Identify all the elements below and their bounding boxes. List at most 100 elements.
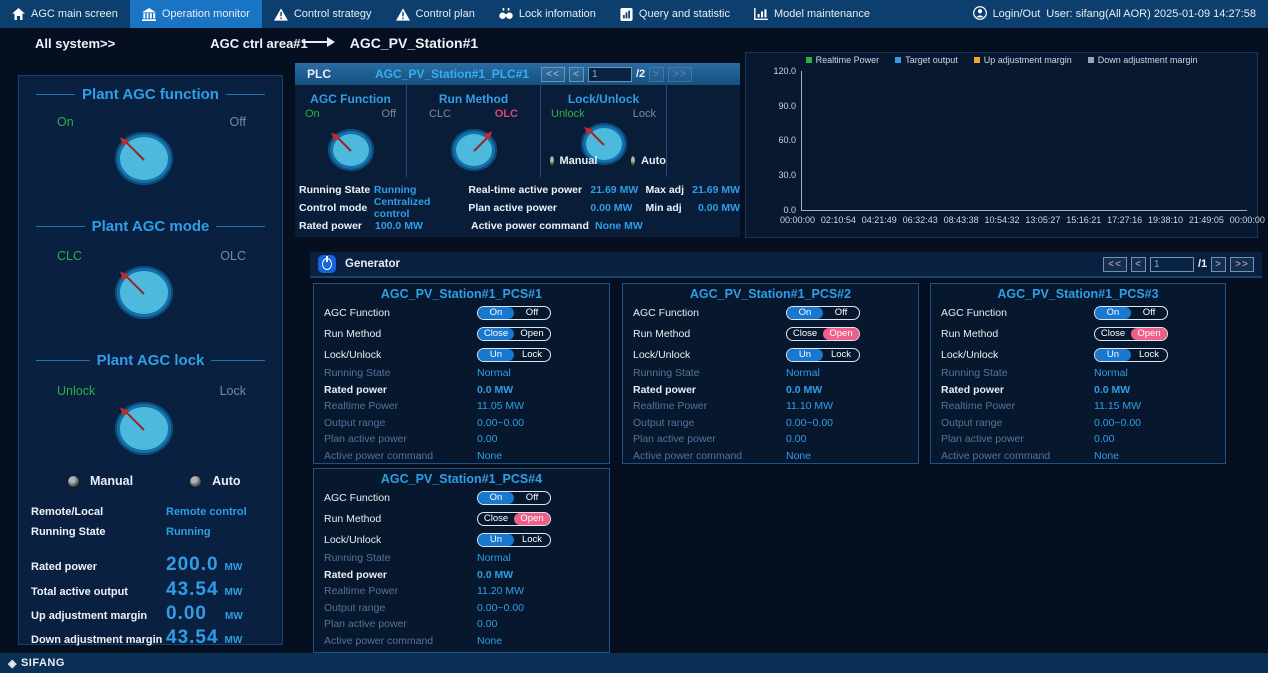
plc-agc-function-knob[interactable] xyxy=(328,129,374,171)
gen-first-page-button[interactable]: << xyxy=(1103,257,1127,272)
plc-page-total: /2 xyxy=(636,68,645,80)
pcs-card-1: AGC_PV_Station#1_PCS#1 AGC Function OnOf… xyxy=(313,283,610,464)
rated-power-value: 0.0 MW xyxy=(1094,384,1130,396)
nav-lock-infomation[interactable]: Lock infomation xyxy=(487,0,608,28)
gen-page-input[interactable] xyxy=(1150,257,1194,272)
output-range-value: 0.00~0.00 xyxy=(786,417,833,429)
pcs-card-title: AGC_PV_Station#1_PCS#3 xyxy=(931,287,1225,302)
plc-last-page-button[interactable]: >> xyxy=(668,67,692,82)
plant-manual-label: Manual xyxy=(90,474,133,488)
generator-icon xyxy=(318,255,336,273)
plant-function-off-label: Off xyxy=(230,115,246,129)
login-out-link[interactable]: Login/Out xyxy=(993,8,1041,20)
gen-prev-page-button[interactable]: < xyxy=(1131,257,1146,272)
plc-agc-on-label: On xyxy=(305,108,320,120)
legend-swatch-up-margin xyxy=(974,57,980,63)
remote-local-value: Remote control xyxy=(166,506,247,518)
plc-prev-page-button[interactable]: < xyxy=(569,67,584,82)
binoculars-icon xyxy=(499,8,513,20)
plant-auto-radio[interactable] xyxy=(189,475,202,488)
plant-panel: Plant AGC function On Off Plant AGC mode… xyxy=(18,75,283,645)
plan-active-power-value: 0.00 xyxy=(477,618,497,630)
plc-name: AGC_PV_Station#1_PLC#1 xyxy=(375,67,529,81)
nav-model-maintenance[interactable]: Model maintenance xyxy=(742,0,882,28)
nav-control-plan[interactable]: Control plan xyxy=(384,0,487,28)
home-icon xyxy=(12,8,25,20)
lock-unlock-toggle[interactable]: UnLock xyxy=(477,533,551,547)
plc-page-input[interactable] xyxy=(588,67,632,82)
plc-lock-label: Lock xyxy=(633,108,656,120)
plant-function-on-label: On xyxy=(57,115,74,129)
agc-function-toggle[interactable]: OnOff xyxy=(786,306,860,320)
plc-run-clc-label: CLC xyxy=(429,108,451,120)
plc-next-page-button[interactable]: > xyxy=(649,67,664,82)
plant-mode-olc-label: OLC xyxy=(220,249,246,263)
nav-operation-monitor[interactable]: Operation monitor xyxy=(130,0,262,28)
plc-manual-radio[interactable] xyxy=(549,155,555,167)
plant-mode-clc-label: CLC xyxy=(57,249,82,263)
nav-control-strategy[interactable]: Control strategy xyxy=(262,0,384,28)
run-method-toggle[interactable]: CloseOpen xyxy=(1094,327,1168,341)
active-power-command-value: None xyxy=(786,450,811,462)
lock-unlock-toggle[interactable]: UnLock xyxy=(477,348,551,362)
gen-next-page-button[interactable]: > xyxy=(1211,257,1226,272)
plc-panel: PLC AGC_PV_Station#1_PLC#1 << < /2 > >> … xyxy=(295,63,740,237)
lock-unlock-toggle[interactable]: UnLock xyxy=(786,348,860,362)
plan-active-power-value: 0.00 xyxy=(786,433,806,445)
agc-function-toggle[interactable]: OnOff xyxy=(1094,306,1168,320)
bank-icon xyxy=(142,8,156,21)
plant-manual-radio[interactable] xyxy=(67,475,80,488)
realtime-power-value: 11.15 MW xyxy=(1094,400,1141,412)
plant-agc-lock-knob[interactable] xyxy=(115,402,173,455)
y-tick: 30.0 xyxy=(750,170,796,180)
user-icon xyxy=(973,6,987,23)
rated-power-value: 0.0 MW xyxy=(786,384,822,396)
plant-lock-unlock-label: Unlock xyxy=(57,384,95,398)
remote-local-row: Remote/Local Remote control xyxy=(31,506,274,518)
plc-manual-label: Manual xyxy=(560,155,598,167)
plc-auto-radio[interactable] xyxy=(630,155,636,167)
plc-agc-function-group: AGC Function On Off xyxy=(295,85,407,177)
agc-function-toggle[interactable]: OnOff xyxy=(477,491,551,505)
plc-unlock-label: Unlock xyxy=(551,108,585,120)
plant-agc-mode-header: Plant AGC mode xyxy=(29,218,272,235)
nav-query-and-statistic[interactable]: Query and statistic xyxy=(608,0,742,28)
gen-last-page-button[interactable]: >> xyxy=(1230,257,1254,272)
plc-run-method-group: Run Method CLC OLC xyxy=(407,85,541,177)
run-method-toggle[interactable]: CloseOpen xyxy=(786,327,860,341)
chart-plot-area xyxy=(801,71,1247,211)
breadcrumb-all-system[interactable]: All system>> xyxy=(35,36,115,51)
plant-agc-function-knob[interactable] xyxy=(115,132,173,185)
plc-data-row: Rated power100.0 MW Active power command… xyxy=(299,217,740,235)
pcs-card-4: AGC_PV_Station#1_PCS#4 AGC Function OnOf… xyxy=(313,468,610,653)
y-tick: 90.0 xyxy=(750,101,796,111)
x-axis-ticks: 00:00:0002:10:54 04:21:4906:32:43 08:43:… xyxy=(780,215,1265,225)
plc-run-method-knob[interactable] xyxy=(451,129,497,171)
legend-swatch-target-output xyxy=(895,57,901,63)
sifang-logo: ◈ SIFANG xyxy=(8,657,65,670)
plant-agc-function-header: Plant AGC function xyxy=(29,86,272,103)
gen-page-total: /1 xyxy=(1198,258,1207,270)
running-state-value: Normal xyxy=(786,367,820,379)
legend-swatch-down-margin xyxy=(1088,57,1094,63)
plant-agc-mode-knob[interactable] xyxy=(115,266,173,319)
plant-auto-label: Auto xyxy=(212,474,240,488)
legend-swatch-realtime-power xyxy=(806,57,812,63)
plan-active-power-value: 0.00 xyxy=(477,433,497,445)
footer-bar: ◈ SIFANG xyxy=(0,653,1268,673)
plc-first-page-button[interactable]: << xyxy=(541,67,565,82)
nav-agc-main-screen[interactable]: AGC main screen xyxy=(0,0,130,28)
pcs-card-title: AGC_PV_Station#1_PCS#1 xyxy=(314,287,609,302)
lock-unlock-toggle[interactable]: UnLock xyxy=(1094,348,1168,362)
running-state-value: Normal xyxy=(1094,367,1128,379)
plc-label: PLC xyxy=(307,67,331,81)
run-method-toggle[interactable]: CloseOpen xyxy=(477,327,551,341)
plc-run-olc-label: OLC xyxy=(495,108,518,120)
generator-title: Generator xyxy=(345,258,400,270)
breadcrumb-area[interactable]: AGC ctrl area#1 xyxy=(210,36,308,51)
run-method-toggle[interactable]: CloseOpen xyxy=(477,512,551,526)
user-info: User: sifang(All AOR) 2025-01-09 14:27:5… xyxy=(1046,8,1256,20)
agc-function-toggle[interactable]: OnOff xyxy=(477,306,551,320)
generator-pager: << < /1 > >> xyxy=(1103,257,1254,272)
active-power-command-value: None xyxy=(477,635,502,647)
